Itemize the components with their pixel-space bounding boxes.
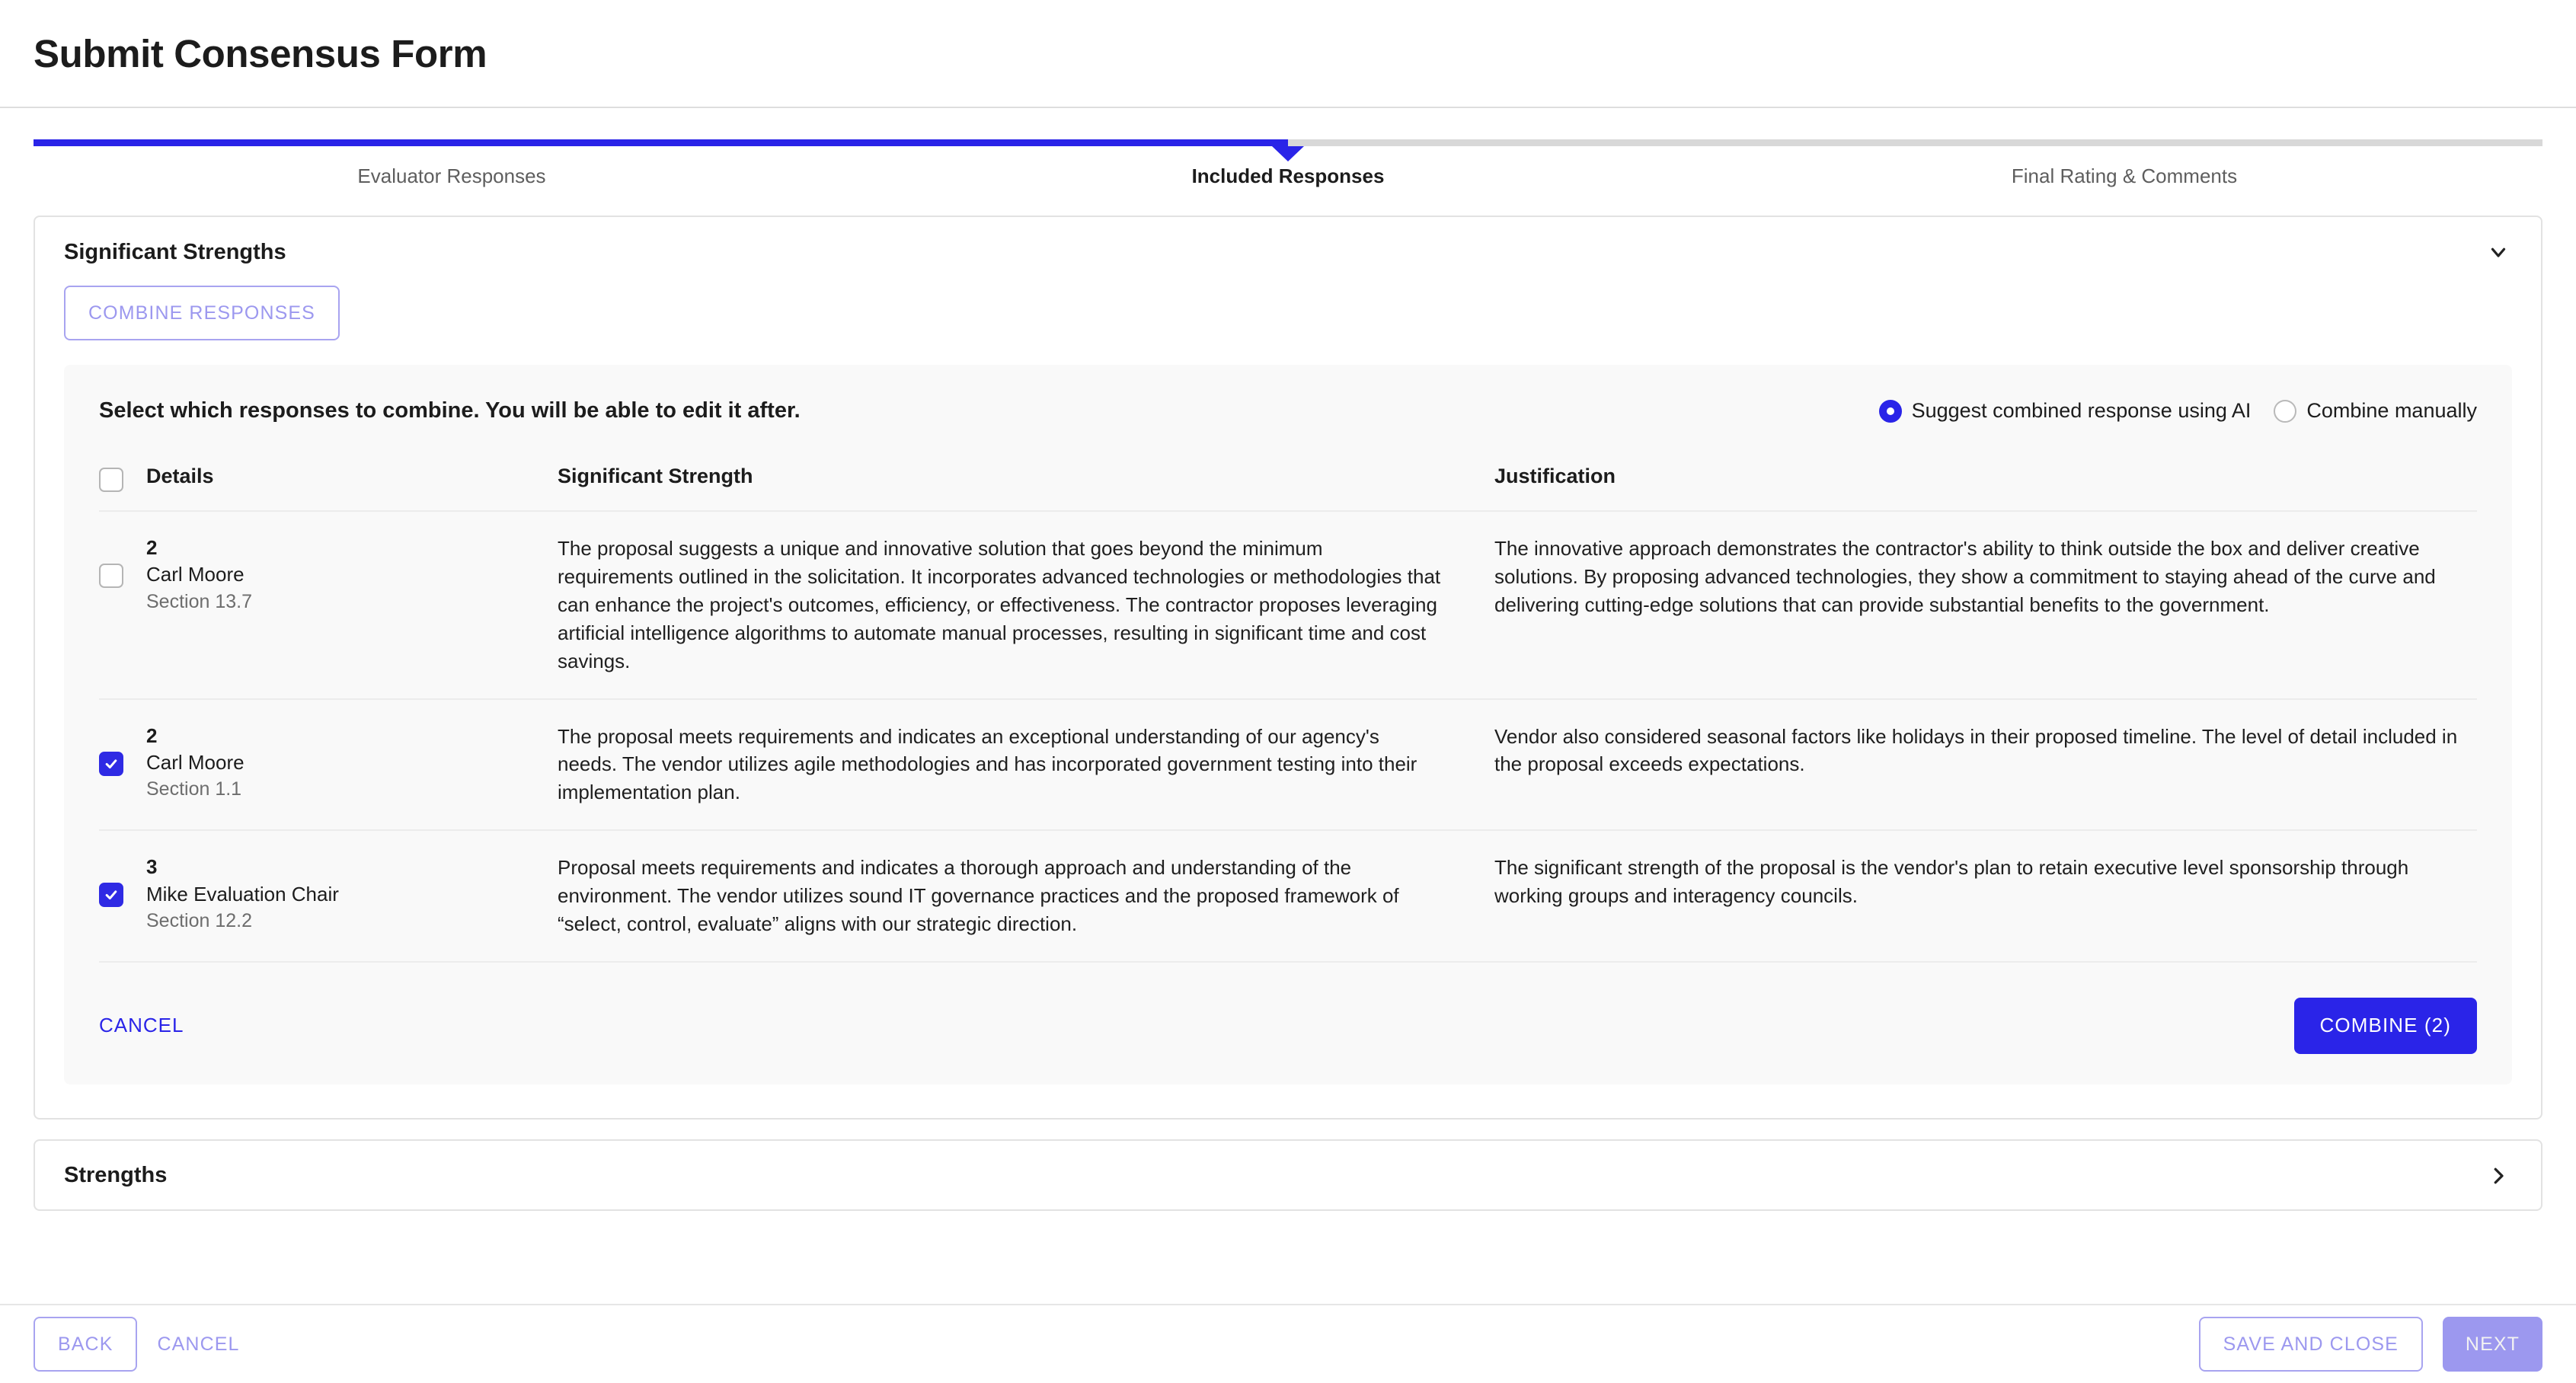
step-evaluator-responses[interactable]: Evaluator Responses bbox=[34, 164, 870, 188]
table-row: 3 Mike Evaluation Chair Section 12.2 Pro… bbox=[99, 831, 2477, 963]
column-header-details: Details bbox=[146, 465, 214, 487]
table-header-select-all-cell bbox=[99, 465, 146, 492]
row-section-reference: Section 13.7 bbox=[146, 590, 252, 612]
row-strength-text: The proposal meets requirements and indi… bbox=[558, 724, 1417, 804]
row-select-cell bbox=[99, 535, 146, 588]
radio-selected-icon[interactable] bbox=[1878, 399, 1902, 423]
stepper-current-pointer-icon bbox=[1272, 146, 1304, 161]
footer-left-actions: BACK CANCEL bbox=[34, 1317, 240, 1372]
next-button[interactable]: NEXT bbox=[2442, 1317, 2542, 1372]
combine-responses-panel: Select which responses to combine. You w… bbox=[64, 365, 2512, 1084]
footer-right-actions: SAVE AND CLOSE NEXT bbox=[2198, 1317, 2542, 1372]
section-significant-strengths: Significant Strengths COMBINE RESPONSES … bbox=[34, 216, 2542, 1119]
table-header-row: Details Significant Strength Justificati… bbox=[99, 451, 2477, 512]
row-checkbox[interactable] bbox=[99, 883, 123, 908]
row-checkbox[interactable] bbox=[99, 564, 123, 588]
table-row: 2 Carl Moore Section 1.1 The proposal me… bbox=[99, 700, 2477, 832]
row-justification-text: Vendor also considered seasonal factors … bbox=[1494, 724, 2458, 776]
row-strength-text: Proposal meets requirements and indicate… bbox=[558, 856, 1399, 936]
progress-stepper: Evaluator Responses Included Responses F… bbox=[34, 139, 2542, 199]
row-section-reference: Section 1.1 bbox=[146, 778, 242, 800]
page-header: Submit Consensus Form bbox=[0, 0, 2576, 108]
stepper-track bbox=[34, 139, 2542, 161]
page-footer: BACK CANCEL SAVE AND CLOSE NEXT bbox=[0, 1304, 2576, 1383]
row-checkbox[interactable] bbox=[99, 751, 123, 776]
row-number: 2 bbox=[146, 536, 158, 559]
row-details-cell: 2 Carl Moore Section 13.7 bbox=[146, 535, 558, 615]
section-header-strengths[interactable]: Strengths bbox=[35, 1141, 2541, 1209]
combine-submit-button[interactable]: COMBINE (2) bbox=[2293, 997, 2477, 1054]
panel-cancel-button[interactable]: CANCEL bbox=[99, 1014, 184, 1037]
chevron-down-icon[interactable] bbox=[2485, 238, 2512, 266]
footer-cancel-button[interactable]: CANCEL bbox=[157, 1333, 239, 1356]
radio-label-suggest-ai: Suggest combined response using AI bbox=[1911, 399, 2252, 422]
row-details-cell: 2 Carl Moore Section 1.1 bbox=[146, 723, 558, 803]
row-evaluator-name: Carl Moore bbox=[146, 563, 244, 586]
combine-mode-radio-group: Suggest combined response using AI Combi… bbox=[1878, 399, 2477, 423]
back-button[interactable]: BACK bbox=[34, 1317, 138, 1372]
combine-prompt-text: Select which responses to combine. You w… bbox=[99, 398, 801, 423]
row-evaluator-name: Carl Moore bbox=[146, 750, 244, 774]
column-header-justification: Justification bbox=[1494, 465, 1616, 487]
column-header-significant-strength: Significant Strength bbox=[558, 465, 753, 487]
combine-panel-actions: CANCEL COMBINE (2) bbox=[99, 997, 2477, 1054]
stepper-fill bbox=[34, 139, 1288, 146]
radio-option-combine-manually[interactable]: Combine manually bbox=[2274, 399, 2477, 423]
save-and-close-button[interactable]: SAVE AND CLOSE bbox=[2198, 1317, 2423, 1372]
row-number: 2 bbox=[146, 723, 158, 747]
row-section-reference: Section 12.2 bbox=[146, 909, 252, 931]
radio-unselected-icon[interactable] bbox=[2274, 399, 2297, 423]
radio-option-suggest-ai[interactable]: Suggest combined response using AI bbox=[1878, 399, 2252, 423]
row-select-cell bbox=[99, 854, 146, 908]
row-number: 3 bbox=[146, 855, 158, 879]
section-header-significant-strengths[interactable]: Significant Strengths bbox=[35, 217, 2541, 286]
row-select-cell bbox=[99, 723, 146, 776]
row-evaluator-name: Mike Evaluation Chair bbox=[146, 882, 339, 905]
stepper-labels: Evaluator Responses Included Responses F… bbox=[34, 164, 2542, 188]
row-justification-text: The significant strength of the proposal… bbox=[1494, 856, 2409, 908]
step-included-responses[interactable]: Included Responses bbox=[870, 164, 1706, 188]
responses-table: Details Significant Strength Justificati… bbox=[99, 451, 2477, 963]
submit-consensus-form-page: Submit Consensus Form Evaluator Response… bbox=[0, 0, 2576, 1383]
row-details-cell: 3 Mike Evaluation Chair Section 12.2 bbox=[146, 854, 558, 934]
section-title-significant-strengths: Significant Strengths bbox=[64, 239, 286, 264]
row-strength-text: The proposal suggests a unique and innov… bbox=[558, 537, 1441, 672]
select-all-checkbox[interactable] bbox=[99, 468, 123, 492]
table-row: 2 Carl Moore Section 13.7 The proposal s… bbox=[99, 512, 2477, 700]
combine-panel-top: Select which responses to combine. You w… bbox=[99, 398, 2477, 423]
step-final-rating-comments[interactable]: Final Rating & Comments bbox=[1706, 164, 2542, 188]
row-justification-text: The innovative approach demonstrates the… bbox=[1494, 537, 2436, 616]
combine-responses-button[interactable]: COMBINE RESPONSES bbox=[64, 286, 340, 340]
section-title-strengths: Strengths bbox=[64, 1163, 168, 1188]
page-title: Submit Consensus Form bbox=[34, 31, 487, 75]
section-body-significant-strengths: COMBINE RESPONSES Select which responses… bbox=[35, 286, 2541, 1118]
section-strengths: Strengths bbox=[34, 1139, 2542, 1211]
radio-label-combine-manually: Combine manually bbox=[2306, 399, 2477, 422]
chevron-right-icon[interactable] bbox=[2485, 1162, 2512, 1190]
